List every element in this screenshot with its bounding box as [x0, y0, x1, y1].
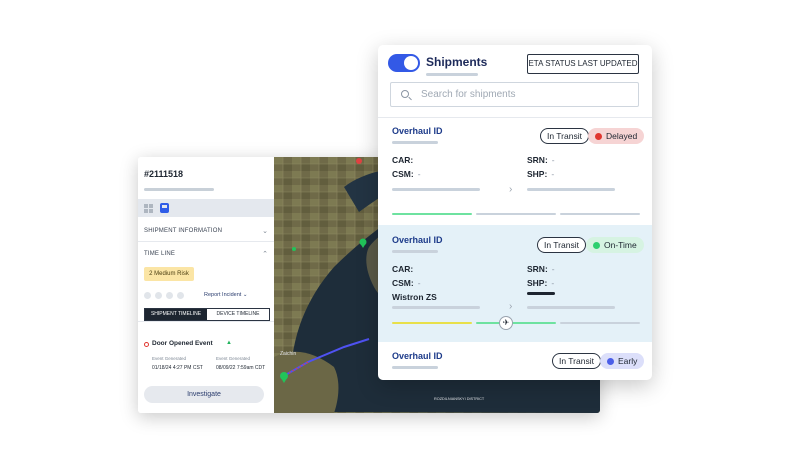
- timeline-tabs: SHIPMENT TIMELINE DEVICE TIMELINE: [144, 308, 270, 321]
- shp-field: SHP: -: [527, 278, 555, 288]
- alert-circle-icon: [144, 342, 149, 347]
- car-field: CAR:: [392, 155, 414, 165]
- event-generated: Event Generated 01/18/24 4:27 PM CST: [152, 356, 203, 371]
- shipments-toggle[interactable]: [388, 54, 420, 72]
- transit-badge: In Transit: [537, 237, 586, 253]
- status-badge: On-Time: [586, 237, 644, 253]
- progress-segment: [392, 213, 472, 215]
- overhaul-id-label: Overhaul ID: [392, 351, 443, 361]
- chevron-up-icon[interactable]: ▲: [226, 340, 232, 346]
- grid-view-icon[interactable]: [144, 204, 154, 213]
- progress-segment: [476, 213, 556, 215]
- progress-segment: [560, 322, 640, 324]
- event-title: Door Opened Event: [152, 340, 213, 347]
- csm-field: CSM: -: [392, 278, 421, 288]
- svg-text:Zaichin: Zaichin: [280, 351, 296, 357]
- section-label: SHIPMENT INFORMATION: [144, 228, 223, 234]
- search-input[interactable]: Search for shipments: [390, 82, 639, 107]
- section-label: TIME LINE: [144, 251, 176, 257]
- csm-field: CSM: -: [392, 169, 421, 179]
- toggle-knob: [404, 56, 418, 70]
- placeholder-line: [392, 306, 480, 309]
- status-badge: Early: [600, 353, 645, 369]
- plane-icon: ✈: [499, 316, 513, 330]
- placeholder-line: [144, 188, 214, 191]
- tab-device-timeline[interactable]: DEVICE TIMELINE: [207, 309, 269, 320]
- shipment-card[interactable]: Overhaul ID In Transit Delayed CAR: CSM:…: [378, 117, 652, 225]
- chevron-up-icon[interactable]: ⌃: [262, 250, 268, 258]
- placeholder-line: [392, 141, 438, 144]
- eta-status-button[interactable]: ETA STATUS LAST UPDATED: [527, 54, 639, 74]
- svg-text:ROZDILNIANSKYI DISTRICT: ROZDILNIANSKYI DISTRICT: [434, 397, 485, 401]
- srn-field: SRN: -: [527, 264, 555, 274]
- shipment-card-selected[interactable]: Overhaul ID In Transit On-Time CAR: CSM:…: [378, 225, 652, 342]
- placeholder-line: [426, 73, 478, 76]
- device-generated: Event Generated 08/09/22 7:59am CDT: [216, 356, 266, 371]
- view-toolbar: [138, 199, 274, 217]
- overhaul-id-label: Overhaul ID: [392, 126, 443, 136]
- placeholder-line: [527, 306, 615, 309]
- panel-title: Shipments: [426, 55, 488, 69]
- placeholder-line: [392, 188, 480, 191]
- search-icon: [401, 90, 409, 98]
- timeline-dots: [144, 292, 188, 301]
- placeholder-line: [527, 292, 555, 295]
- search-placeholder: Search for shipments: [421, 89, 516, 100]
- shipments-panel: Shipments ETA STATUS LAST UPDATED Search…: [378, 45, 652, 380]
- status-badge: Delayed: [588, 128, 645, 144]
- shipment-card[interactable]: Overhaul ID In Transit Early: [378, 342, 652, 380]
- report-incident-dropdown[interactable]: Report Incident ⌄: [204, 292, 247, 298]
- progress-segment: [392, 322, 472, 324]
- placeholder-line: [392, 366, 438, 369]
- shipment-information-section[interactable]: SHIPMENT INFORMATION ⌄: [138, 220, 274, 242]
- shipment-number: #2111518: [144, 169, 184, 179]
- placeholder-line: [392, 250, 438, 253]
- detail-sidebar: #2111518 SHIPMENT INFORMATION ⌄ TIME LIN…: [138, 157, 274, 413]
- investigate-button[interactable]: Investigate: [144, 386, 264, 403]
- placeholder-line: [527, 188, 615, 191]
- progress-segment: [476, 322, 556, 324]
- arrow-right-icon: ›: [509, 301, 513, 312]
- status-dot: [593, 242, 600, 249]
- carrier-name: Wistron ZS: [392, 292, 437, 302]
- status-dot: [607, 358, 614, 365]
- risk-badge: 2 Medium Risk: [144, 267, 194, 281]
- transit-badge: In Transit: [552, 353, 601, 369]
- tab-shipment-timeline[interactable]: SHIPMENT TIMELINE: [145, 309, 207, 320]
- status-dot: [595, 133, 602, 140]
- transit-badge: In Transit: [540, 128, 589, 144]
- overhaul-id-label: Overhaul ID: [392, 235, 443, 245]
- arrow-right-icon: ›: [509, 184, 513, 195]
- shp-field: SHP: -: [527, 169, 555, 179]
- srn-field: SRN: -: [527, 155, 555, 165]
- car-field: CAR:: [392, 264, 414, 274]
- chevron-down-icon: ⌄: [262, 228, 268, 235]
- truck-icon[interactable]: [160, 203, 169, 213]
- progress-segment: [560, 213, 640, 215]
